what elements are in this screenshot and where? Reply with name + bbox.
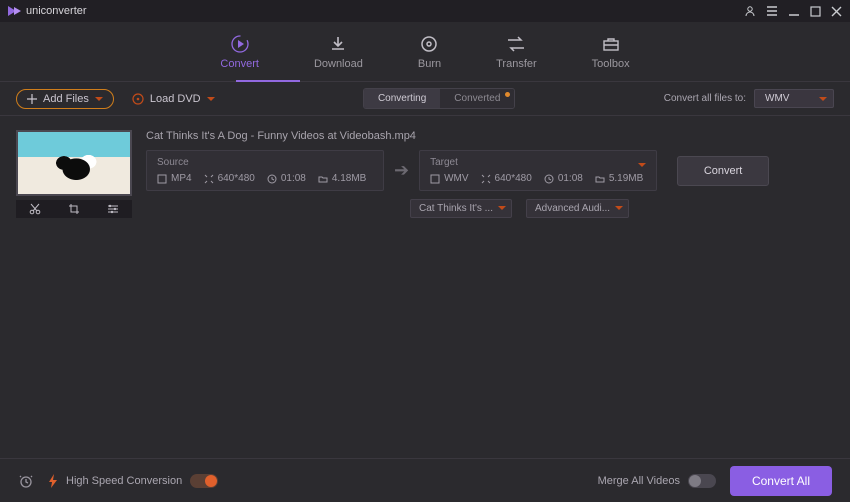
file-icon <box>157 174 167 184</box>
chevron-down-icon <box>207 97 215 101</box>
load-dvd-label: Load DVD <box>150 93 201 105</box>
source-panel: Source MP4 640*480 01:08 4.18MB <box>146 150 384 191</box>
toolbar: Add Files Load DVD Converting Converted … <box>0 82 850 116</box>
convert-all-label: Convert all files to: <box>664 93 746 104</box>
alarm-icon[interactable] <box>18 473 34 489</box>
source-label: Source <box>157 157 373 168</box>
high-speed-row: High Speed Conversion <box>48 474 218 488</box>
crop-icon[interactable] <box>68 203 80 215</box>
close-button[interactable] <box>831 6 842 17</box>
resolution-icon <box>481 174 491 184</box>
tab-toolbox[interactable]: Toolbox <box>592 34 630 70</box>
high-speed-toggle[interactable] <box>190 474 218 488</box>
chevron-down-icon <box>615 206 623 210</box>
app-title: uniconverter <box>26 5 87 17</box>
audio-track-select[interactable]: Advanced Audi... <box>526 199 629 218</box>
convert-button[interactable]: Convert <box>677 156 769 186</box>
folder-icon <box>595 174 605 184</box>
user-icon[interactable] <box>744 5 756 17</box>
chevron-down-icon <box>819 97 827 101</box>
play-logo-icon <box>8 6 22 16</box>
effects-icon[interactable] <box>107 203 119 215</box>
burn-icon <box>420 34 438 54</box>
arrow-right-icon: ➔ <box>394 160 409 181</box>
chevron-down-icon <box>95 97 103 101</box>
load-dvd-button[interactable]: Load DVD <box>132 93 215 105</box>
file-icon <box>430 174 440 184</box>
tab-label: Toolbox <box>592 58 630 70</box>
menu-icon[interactable] <box>766 5 778 17</box>
bottom-bar: High Speed Conversion Merge All Videos C… <box>0 458 850 502</box>
badge-dot <box>505 92 510 97</box>
source-stats: MP4 640*480 01:08 4.18MB <box>157 173 373 184</box>
subtitle-select[interactable]: Cat Thinks It's ... <box>410 199 512 218</box>
lightning-icon <box>48 474 58 488</box>
top-nav: Convert Download Burn Transfer Toolbox <box>0 22 850 82</box>
disc-icon <box>132 93 144 105</box>
app-logo: uniconverter <box>8 5 87 17</box>
merge-videos-row: Merge All Videos <box>598 474 716 488</box>
file-name: Cat Thinks It's A Dog - Funny Videos at … <box>146 130 834 142</box>
convert-icon <box>230 34 250 54</box>
video-thumbnail[interactable] <box>16 130 132 196</box>
tab-label: Download <box>314 58 363 70</box>
resolution-icon <box>204 174 214 184</box>
panels-row: Source MP4 640*480 01:08 4.18MB ➔ Target… <box>146 150 834 191</box>
tab-label: Transfer <box>496 58 537 70</box>
file-details: Cat Thinks It's A Dog - Funny Videos at … <box>146 130 834 218</box>
folder-icon <box>318 174 328 184</box>
segment-converting[interactable]: Converting <box>364 89 440 108</box>
convert-all-button[interactable]: Convert All <box>730 466 832 496</box>
conversion-status-segmented: Converting Converted <box>363 88 516 109</box>
trim-icon[interactable] <box>29 203 41 215</box>
thumbnail-edit-toolbar <box>16 200 132 218</box>
chevron-down-icon <box>498 206 506 210</box>
target-stats: WMV 640*480 01:08 5.19MB <box>430 173 646 184</box>
clock-icon <box>267 174 277 184</box>
maximize-button[interactable] <box>810 6 821 17</box>
add-files-button[interactable]: Add Files <box>16 89 114 109</box>
title-bar: uniconverter <box>0 0 850 22</box>
convert-all-format-row: Convert all files to: WMV <box>664 89 834 108</box>
tab-download[interactable]: Download <box>314 34 363 70</box>
tab-label: Burn <box>418 58 441 70</box>
add-files-label: Add Files <box>43 93 89 105</box>
merge-toggle[interactable] <box>688 474 716 488</box>
target-panel[interactable]: Target WMV 640*480 01:08 5.19MB <box>419 150 657 191</box>
tab-label: Convert <box>220 58 259 70</box>
content-area: Cat Thinks It's A Dog - Funny Videos at … <box>0 116 850 218</box>
sub-dropdown-row: Cat Thinks It's ... Advanced Audi... <box>410 199 834 218</box>
target-label: Target <box>430 157 646 168</box>
chevron-down-icon <box>638 163 646 167</box>
transfer-icon <box>506 34 526 54</box>
thumbnail-column <box>16 130 132 218</box>
tab-transfer[interactable]: Transfer <box>496 34 537 70</box>
merge-label: Merge All Videos <box>598 475 680 487</box>
minimize-button[interactable] <box>788 5 800 17</box>
convert-all-format-select[interactable]: WMV <box>754 89 834 108</box>
tab-burn[interactable]: Burn <box>418 34 441 70</box>
file-row: Cat Thinks It's A Dog - Funny Videos at … <box>16 130 834 218</box>
download-icon <box>329 34 347 54</box>
high-speed-label: High Speed Conversion <box>66 475 182 487</box>
segment-converted[interactable]: Converted <box>440 89 514 108</box>
window-controls <box>744 5 842 17</box>
clock-icon <box>544 174 554 184</box>
toolbox-icon <box>602 34 620 54</box>
plus-icon <box>27 94 37 104</box>
tab-convert[interactable]: Convert <box>220 34 259 70</box>
